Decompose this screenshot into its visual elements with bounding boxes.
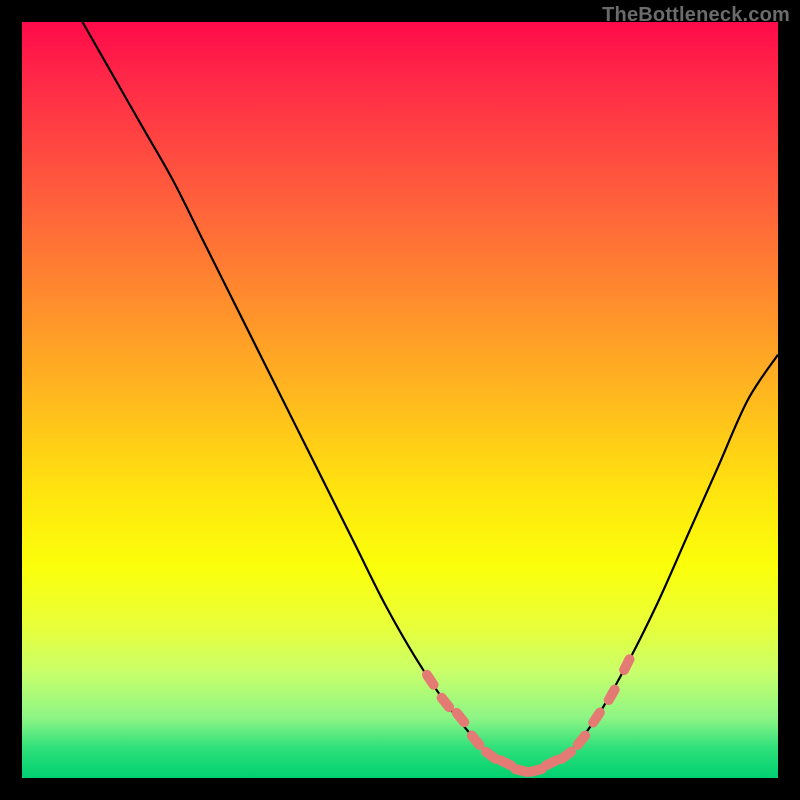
highlight-markers [420, 653, 636, 778]
marker-pill [617, 653, 636, 677]
watermark-text: TheBottleneck.com [602, 4, 790, 27]
chart-frame: TheBottleneck.com [0, 0, 800, 800]
bottleneck-curve [82, 22, 778, 772]
marker-pill [586, 706, 607, 730]
curve-layer [22, 22, 778, 778]
plot-area [22, 22, 778, 778]
